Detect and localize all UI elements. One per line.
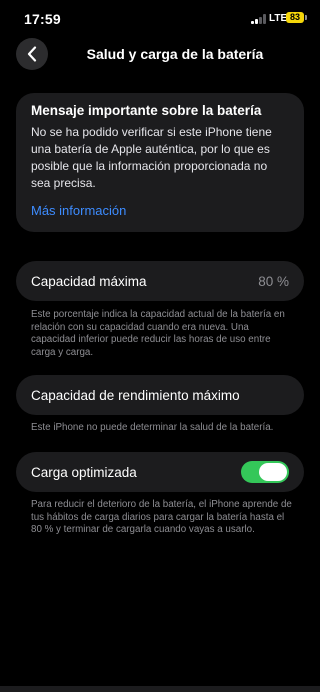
bottom-edge <box>0 686 320 692</box>
battery-level-label: 83 <box>289 12 300 22</box>
chevron-left-icon <box>27 46 37 62</box>
max-capacity-label: Capacidad máxima <box>31 273 147 289</box>
network-type-label: LTE <box>269 13 288 24</box>
max-capacity-value: 80 % <box>258 273 289 289</box>
back-button[interactable] <box>16 38 48 70</box>
more-info-link[interactable]: Más información <box>31 203 126 218</box>
toggle-knob <box>259 463 287 481</box>
peak-performance-label: Capacidad de rendimiento máximo <box>31 387 240 403</box>
max-capacity-footnote: Este porcentaje indica la capacidad actu… <box>31 309 285 358</box>
max-capacity-row: Capacidad máxima 80 % <box>16 261 304 301</box>
status-time: 17:59 <box>24 11 61 27</box>
peak-performance-row: Capacidad de rendimiento máximo <box>16 375 304 415</box>
cellular-signal-icon <box>251 14 267 24</box>
battery-notice-card: Mensaje importante sobre la batería No s… <box>16 93 304 232</box>
notice-title: Mensaje importante sobre la batería <box>31 103 262 118</box>
optimized-charging-toggle[interactable] <box>241 461 289 483</box>
optimized-charging-row: Carga optimizada <box>16 452 304 492</box>
optimized-charging-footnote: Para reducir el deterioro de la batería,… <box>31 499 292 535</box>
optimized-charging-label: Carga optimizada <box>31 464 137 480</box>
page-title: Salud y carga de la batería <box>86 46 264 62</box>
status-bar: 17:59 LTE 83 <box>0 0 320 36</box>
battery-tip-icon <box>305 15 307 20</box>
peak-performance-footnote: Este iPhone no puede determinar la salud… <box>31 422 274 433</box>
notice-body: No se ha podido verificar si este iPhone… <box>31 125 272 190</box>
battery-icon: 83 <box>286 12 304 23</box>
